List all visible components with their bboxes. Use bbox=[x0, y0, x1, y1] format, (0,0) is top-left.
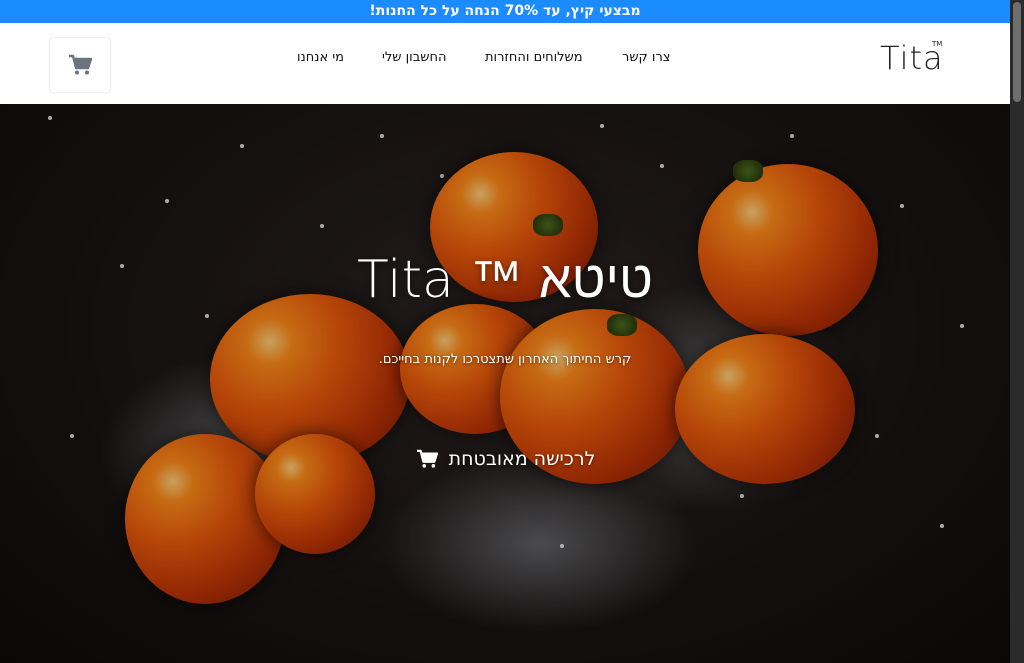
page-scrollbar[interactable] bbox=[1010, 0, 1024, 663]
cart-button[interactable] bbox=[49, 37, 111, 93]
cart-icon bbox=[416, 449, 438, 468]
hero-banner: טיטא ™ Tita קרש החיתוך האחרון שתצטרכו לק… bbox=[0, 104, 1010, 663]
promo-bar: מבצעי קיץ, עד 70% הנחה על כל החנות! bbox=[0, 0, 1010, 23]
nav-about-us[interactable]: מי אנחנו bbox=[297, 50, 344, 65]
secure-purchase-button[interactable]: לרכישה מאובטחת bbox=[405, 444, 605, 474]
secure-purchase-label: לרכישה מאובטחת bbox=[448, 448, 596, 470]
logo-tm: TM bbox=[932, 40, 943, 48]
logo[interactable]: Tita TM bbox=[880, 40, 943, 80]
nav-my-account[interactable]: החשבון שלי bbox=[382, 50, 446, 65]
site-header: Tita TM צרו קשר משלוחים והחזרות החשבון ש… bbox=[0, 23, 1010, 105]
hero-overlay bbox=[0, 104, 1010, 663]
hero-subtitle: קרש החיתוך האחרון שתצטרכו לקנות בחייכם. bbox=[378, 352, 632, 367]
page: מבצעי קיץ, עד 70% הנחה על כל החנות! Tita… bbox=[0, 0, 1024, 663]
hero-title: טיטא ™ Tita bbox=[357, 250, 653, 310]
promo-text: מבצעי קיץ, עד 70% הנחה על כל החנות! bbox=[369, 3, 641, 19]
scrollbar-thumb[interactable] bbox=[1013, 2, 1021, 102]
nav-contact[interactable]: צרו קשר bbox=[622, 50, 671, 65]
nav-shipping-returns[interactable]: משלוחים והחזרות bbox=[485, 50, 583, 65]
cart-icon bbox=[69, 54, 92, 75]
